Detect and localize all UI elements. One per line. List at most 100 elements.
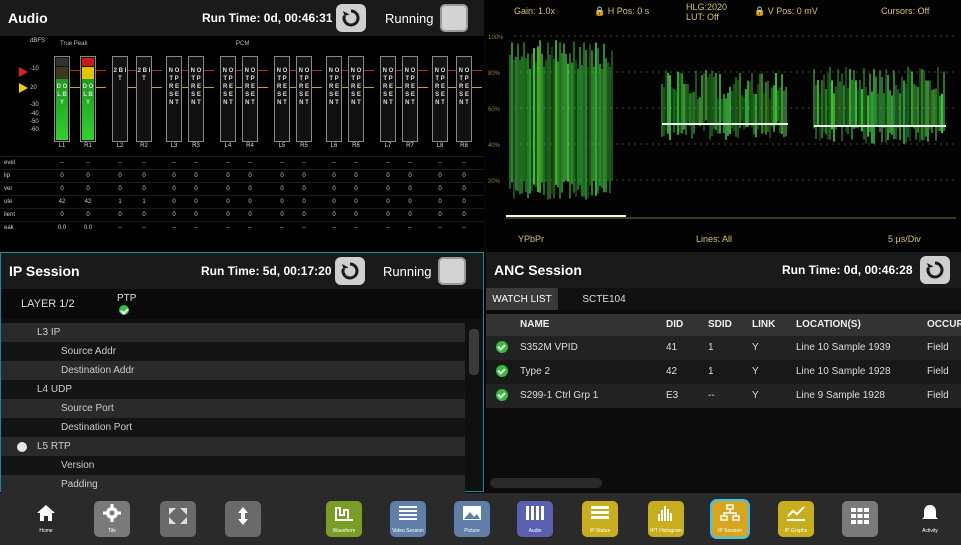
toolbar-button-home[interactable]: Home bbox=[28, 501, 64, 537]
ip-session-row-label: Padding bbox=[61, 479, 98, 490]
true-peak-label: True Peak bbox=[60, 41, 88, 47]
ip-session-state: Running bbox=[383, 264, 432, 279]
ip-session-header: IP Session Run Time: 5d, 00:17:20 Runnin… bbox=[1, 253, 483, 289]
audio-stat-value: -- bbox=[280, 225, 284, 231]
audio-stat-value: 0 bbox=[280, 199, 284, 205]
anc-session-reset-button[interactable] bbox=[920, 256, 950, 284]
audio-stat-value: 0 bbox=[408, 199, 412, 205]
meter-label: R4 bbox=[246, 143, 254, 149]
anc-table-row[interactable]: S352M VPID 41 1 Y Line 10 Sample 1939 Field bbox=[486, 336, 961, 360]
layer-bar: LAYER 1/2 PTP bbox=[1, 289, 483, 319]
meter-status-text: N O T P R E S E N T bbox=[244, 68, 256, 106]
audio-stats-table: evel -- -- -- -- -- -- -- -- -- -- -- -- -- -- -- -- lip 0… bbox=[0, 156, 484, 234]
ptp-label: PTP bbox=[117, 293, 137, 304]
audio-stat-value: -- bbox=[194, 225, 198, 231]
toolbar-button-audio[interactable]: Audio bbox=[517, 501, 553, 537]
audio-stat-value: -- bbox=[248, 160, 252, 166]
toolbar-button-picture[interactable]: Picture bbox=[454, 501, 490, 537]
tab-scte104[interactable]: SCTE104 bbox=[568, 288, 640, 310]
toolbar-button-label: Waveform bbox=[332, 528, 356, 534]
ip-session-row[interactable]: Destination Addr bbox=[1, 361, 465, 380]
col-link[interactable]: LINK bbox=[752, 319, 775, 330]
toolbar-button-list[interactable]: Video Session bbox=[390, 501, 426, 537]
ip-session-row[interactable]: Version bbox=[1, 456, 465, 475]
status-ok-icon bbox=[496, 389, 508, 401]
audio-run-time: Run Time: 0d, 00:46:31 bbox=[202, 11, 333, 25]
anc-cell-occur: Field bbox=[927, 366, 949, 377]
toolbar-button-histogram[interactable]: IPT Histogram bbox=[648, 501, 684, 537]
toolbar-button-expand[interactable] bbox=[160, 501, 196, 537]
ip-session-row[interactable]: Destination Port bbox=[1, 418, 465, 437]
col-occur[interactable]: OCCUR bbox=[927, 319, 961, 330]
anc-cell-name: Type 2 bbox=[520, 366, 551, 377]
col-name[interactable]: NAME bbox=[520, 319, 549, 330]
bottom-toolbar: Home Tile Waveform Video Session Picture Audi… bbox=[0, 493, 961, 545]
toolbar-button-graphs[interactable]: IP Graphs bbox=[778, 501, 814, 537]
audio-stat-value: 0 bbox=[118, 212, 122, 218]
toolbar-button-ip-session[interactable]: IP Session bbox=[712, 501, 748, 537]
ip-session-row-label: Source Addr bbox=[61, 346, 117, 357]
audio-stat-row: evel -- -- -- -- -- -- -- -- -- -- -- -- -- -- -- -- bbox=[0, 156, 484, 169]
audio-stat-value: 0 bbox=[438, 173, 442, 179]
ref-line-yellow bbox=[364, 87, 374, 88]
col-did[interactable]: DID bbox=[666, 319, 683, 330]
audio-stat-value: 0 bbox=[86, 186, 90, 192]
audio-stat-value: 0 bbox=[408, 173, 412, 179]
ip-session-scrollbar[interactable] bbox=[469, 329, 479, 375]
ip-session-row[interactable]: L3 IP bbox=[1, 323, 465, 342]
anc-cell-occur: Field bbox=[927, 342, 949, 353]
audio-stat-value: 0 bbox=[386, 212, 390, 218]
col-sdid[interactable]: SDID bbox=[708, 319, 732, 330]
ip-session-reset-button[interactable] bbox=[335, 257, 365, 285]
ip-session-row[interactable]: Source Port bbox=[1, 399, 465, 418]
ip-session-row[interactable]: L5 RTP bbox=[1, 437, 465, 456]
move-icon bbox=[232, 507, 254, 530]
audio-scale-tick: dBFS bbox=[30, 38, 46, 44]
audio-stop-button[interactable] bbox=[440, 4, 468, 32]
waveform-panel[interactable]: Gain: 1.0x 🔒 H Pos: 0 s HLG:2020 LUT: Of… bbox=[486, 0, 961, 250]
audio-state: Running bbox=[385, 11, 434, 26]
meter-overload bbox=[56, 58, 68, 66]
audio-stat-value: -- bbox=[408, 160, 412, 166]
anc-cell-link: Y bbox=[752, 342, 759, 353]
anc-horizontal-scrollbar[interactable] bbox=[490, 478, 602, 488]
toolbar-button-move[interactable] bbox=[225, 501, 261, 537]
audio-stat-value: 0 bbox=[172, 199, 176, 205]
toolbar-button-ip-status[interactable]: IP Status bbox=[582, 501, 618, 537]
ip-session-row[interactable]: L4 UDP bbox=[1, 380, 465, 399]
audio-reset-button[interactable] bbox=[336, 4, 366, 32]
audio-stat-value: 0 bbox=[332, 173, 336, 179]
audio-stat-value: 0 bbox=[332, 199, 336, 205]
graticule-label: 100% bbox=[488, 35, 504, 41]
anc-cell-sdid: -- bbox=[708, 390, 715, 401]
audio-stat-label: lip bbox=[4, 173, 11, 179]
anc-table-row[interactable]: S299-1 Ctrl Grp 1 E3 -- Y Line 9 Sample 1928… bbox=[486, 384, 961, 408]
ip-session-row-label: Destination Port bbox=[61, 422, 133, 433]
expand-dot-icon[interactable] bbox=[17, 441, 27, 452]
toolbar-button-bell[interactable]: Activity bbox=[912, 501, 948, 537]
col-locations[interactable]: LOCATION(S) bbox=[796, 319, 861, 330]
tab-watch-list[interactable]: WATCH LIST bbox=[486, 288, 558, 310]
ip-session-row[interactable]: Source Addr bbox=[1, 342, 465, 361]
audio-stat-value: -- bbox=[438, 225, 442, 231]
ip-session-row[interactable]: Padding bbox=[1, 475, 465, 494]
ip-session-stop-button[interactable] bbox=[438, 257, 466, 285]
meter-label: L1 bbox=[58, 143, 66, 149]
audio-stat-row: lip 0 0 0 0 0 0 0 0 0 0 0 0 0 0 0 0 bbox=[0, 169, 484, 182]
status-ok-icon bbox=[496, 341, 508, 353]
meter-status-text: N O T P R E S E N T bbox=[190, 68, 202, 106]
meter-label: L2 bbox=[116, 143, 124, 149]
anc-cell-name: S352M VPID bbox=[520, 342, 578, 353]
audio-stat-value: 0 bbox=[332, 212, 336, 218]
anc-table-row[interactable]: Type 2 42 1 Y Line 10 Sample 1928 Field bbox=[486, 360, 961, 384]
toolbar-button-gear[interactable]: Tile bbox=[94, 501, 130, 537]
audio-meter-r2: 2 B I T bbox=[136, 56, 152, 142]
audio-stat-value: 0 bbox=[354, 212, 358, 218]
audio-stat-value: -- bbox=[142, 160, 146, 166]
reset-icon bbox=[341, 262, 359, 280]
audio-stat-value: -- bbox=[354, 160, 358, 166]
audio-stat-value: 0 bbox=[248, 199, 252, 205]
toolbar-button-apps-grid[interactable] bbox=[842, 501, 878, 537]
ref-line-yellow bbox=[152, 87, 162, 88]
toolbar-button-waveform[interactable]: Waveform bbox=[326, 501, 362, 537]
